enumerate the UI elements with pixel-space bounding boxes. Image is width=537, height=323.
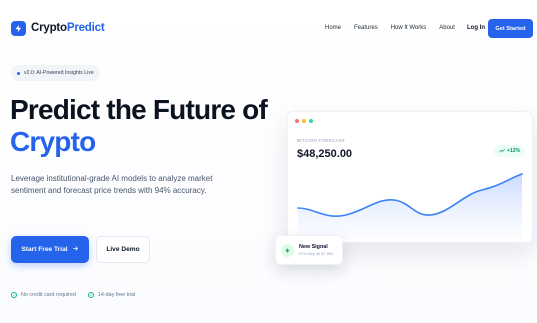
hero-title: Predict the Future of Crypto: [10, 94, 300, 158]
new-signal-card[interactable]: New Signal ETH Buy @ $7,800: [275, 235, 343, 265]
hero-title-line2: Crypto: [10, 126, 96, 157]
window-dots: [295, 119, 313, 123]
nav-link-features[interactable]: Features: [354, 25, 378, 31]
start-free-trial-label: Start Free Trial: [21, 246, 68, 253]
version-badge: v2.0: AI-Powered Insights Live: [11, 65, 100, 81]
perks-list: No credit card required 14-day free tria…: [11, 292, 135, 298]
perk-item: No credit card required: [11, 292, 76, 298]
check-circle-icon: [87, 292, 94, 298]
badge-dot-icon: [17, 71, 20, 75]
signal-subtitle: ETH Buy @ $7,800: [299, 251, 334, 256]
login-link[interactable]: Log In: [467, 25, 485, 31]
brand-logo[interactable]: CryptoPredict: [11, 20, 105, 36]
lightning-icon: [11, 20, 26, 36]
forecast-label: BITCOIN FORECAST: [297, 138, 346, 143]
perk-label: No credit card required: [21, 292, 76, 298]
lightning-icon: [281, 243, 294, 257]
get-started-button[interactable]: Get Started: [488, 19, 533, 38]
change-badge: +12%: [494, 145, 525, 157]
arrow-right-icon: [72, 245, 79, 254]
landing-page: CryptoPredict Home Features How It Works…: [0, 0, 537, 323]
nav-link-home[interactable]: Home: [325, 25, 341, 31]
hero-title-line1: Predict the Future of: [10, 94, 268, 125]
check-circle-icon: [11, 292, 17, 298]
change-value: +12%: [507, 148, 520, 154]
signal-title: New Signal: [299, 244, 328, 250]
nav-links: Home Features How It Works About: [325, 0, 455, 56]
forecast-chart: [297, 173, 523, 238]
nav-link-about[interactable]: About: [439, 25, 455, 31]
nav-link-how-it-works[interactable]: How It Works: [391, 25, 427, 31]
live-demo-button[interactable]: Live Demo: [96, 236, 150, 263]
badge-text: v2.0: AI-Powered Insights Live: [24, 70, 94, 76]
hero-description: Leverage institutional-grade AI models t…: [11, 174, 213, 195]
signal-text: New Signal ETH Buy @ $7,800: [299, 244, 334, 256]
brand-name: CryptoPredict: [31, 22, 105, 34]
forecast-card: BITCOIN FORECAST $48,250.00 +12%: [287, 111, 533, 243]
start-free-trial-button[interactable]: Start Free Trial: [11, 236, 89, 263]
perk-item: 14-day free trial: [87, 292, 136, 298]
forecast-price: $48,250.00: [297, 148, 353, 160]
window-dot-red: [295, 119, 299, 123]
window-dot-yellow: [302, 119, 306, 123]
window-dot-green: [309, 119, 313, 123]
perk-label: 14-day free trial: [97, 292, 136, 298]
top-navbar: CryptoPredict Home Features How It Works…: [0, 0, 537, 56]
trend-up-icon: [499, 148, 505, 155]
forecast-area: [298, 174, 522, 238]
